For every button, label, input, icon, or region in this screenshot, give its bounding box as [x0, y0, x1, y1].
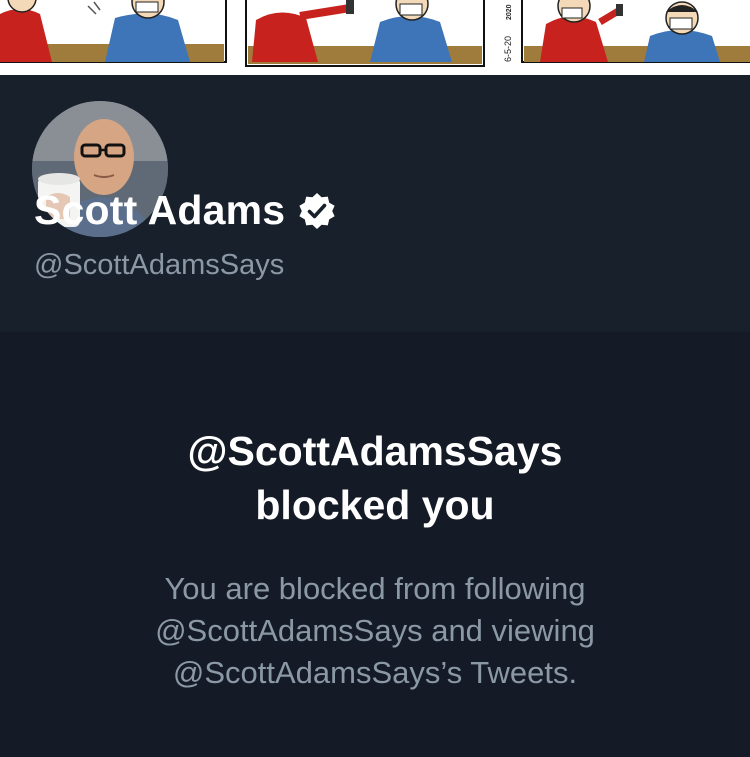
blocked-title: @ScottAdamsSays blocked you [0, 424, 750, 532]
profile-header: Scott Adams @ScottAdamsSays [0, 75, 750, 332]
comic-year: 2020 [506, 4, 513, 20]
profile-banner[interactable]: 6-5-20 2020 [0, 0, 750, 75]
comic-strip-image: 6-5-20 2020 [0, 0, 750, 75]
blocked-description-line-1: You are blocked from following [164, 571, 586, 606]
display-name: Scott Adams [34, 187, 286, 233]
blocked-description-line-2: @ScottAdamsSays and viewing [155, 613, 595, 648]
blocked-description: You are blocked from following @ScottAda… [0, 568, 750, 694]
profile-name-row: Scott Adams [34, 187, 337, 234]
blocked-title-line-1: @ScottAdamsSays [187, 428, 563, 474]
verified-badge-icon [297, 191, 337, 231]
profile-handle: @ScottAdamsSays [34, 249, 285, 281]
blocked-description-line-3: @ScottAdamsSays’s Tweets. [172, 655, 578, 690]
blocked-profile-page: 6-5-20 2020 Scott Adams @ScottAdamsSays … [0, 0, 750, 757]
blocked-message: @ScottAdamsSays blocked you You are bloc… [0, 332, 750, 757]
blocked-title-line-2: blocked you [255, 482, 495, 528]
comic-date: 6-5-20 [503, 36, 513, 62]
